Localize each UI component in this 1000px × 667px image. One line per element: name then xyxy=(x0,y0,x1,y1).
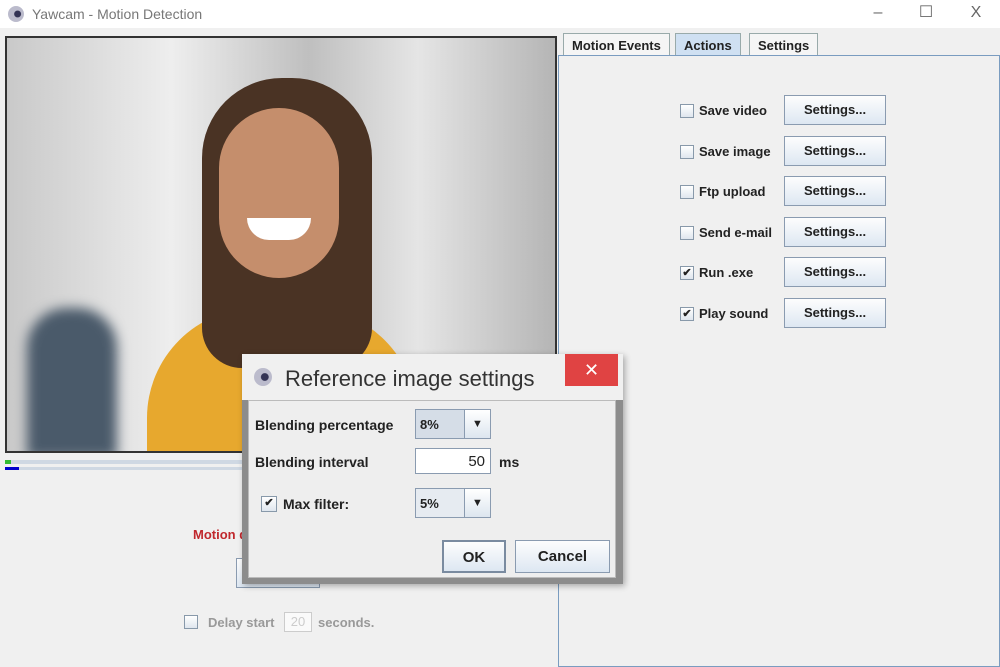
blending-percentage-select[interactable]: 8% ▼ xyxy=(415,409,491,439)
dialog-title: Reference image settings xyxy=(285,366,534,392)
blending-interval-unit: ms xyxy=(499,454,519,470)
tab-motion-events[interactable]: Motion Events xyxy=(563,33,670,56)
action-label: Ftp upload xyxy=(699,184,765,199)
selected-value: 5% xyxy=(420,496,439,511)
action-play-sound: ✔Play soundSettings... xyxy=(680,304,880,324)
actions-panel: Save videoSettings... Save imageSettings… xyxy=(558,55,1000,667)
tab-actions[interactable]: Actions xyxy=(675,33,741,56)
save-image-checkbox[interactable] xyxy=(680,145,694,159)
action-label: Save video xyxy=(699,103,767,118)
chevron-down-icon: ▼ xyxy=(464,410,490,438)
send-email-settings-button[interactable]: Settings... xyxy=(784,217,886,247)
action-send-email: Send e-mailSettings... xyxy=(680,223,880,243)
window-title: Yawcam - Motion Detection xyxy=(32,6,202,22)
dialog-title-bar: Reference image settings ✕ xyxy=(242,354,623,400)
send-email-checkbox[interactable] xyxy=(680,226,694,240)
motion-status: Motion d xyxy=(193,527,247,542)
action-save-video: Save videoSettings... xyxy=(680,101,880,121)
reference-image-settings-dialog: Reference image settings ✕ Blending perc… xyxy=(242,354,623,584)
max-filter-select[interactable]: 5% ▼ xyxy=(415,488,491,518)
maximize-button[interactable]: ☐ xyxy=(903,2,949,26)
max-filter-label: Max filter: xyxy=(283,496,349,512)
save-image-settings-button[interactable]: Settings... xyxy=(784,136,886,166)
delay-seconds-unit: seconds. xyxy=(318,615,374,630)
blending-percentage-label: Blending percentage xyxy=(255,417,393,433)
close-button[interactable]: X xyxy=(953,2,999,26)
delay-start-label: Delay start xyxy=(208,615,274,630)
cancel-button[interactable]: Cancel xyxy=(515,540,610,573)
save-video-checkbox[interactable] xyxy=(680,104,694,118)
dialog-body: Blending percentage 8% ▼ Blending interva… xyxy=(248,400,616,578)
action-label: Run .exe xyxy=(699,265,753,280)
action-label: Play sound xyxy=(699,306,768,321)
blending-interval-input[interactable]: 50 xyxy=(415,448,491,474)
action-ftp-upload: Ftp uploadSettings... xyxy=(680,182,880,202)
max-filter-checkbox[interactable]: ✔ xyxy=(261,496,277,512)
delay-start-checkbox[interactable] xyxy=(184,615,198,629)
selected-value: 8% xyxy=(420,417,439,432)
run-exe-settings-button[interactable]: Settings... xyxy=(784,257,886,287)
action-label: Send e-mail xyxy=(699,225,772,240)
tab-settings[interactable]: Settings xyxy=(749,33,818,56)
action-run-exe: ✔Run .exeSettings... xyxy=(680,263,880,283)
save-video-settings-button[interactable]: Settings... xyxy=(784,95,886,125)
app-icon xyxy=(254,368,272,386)
play-sound-settings-button[interactable]: Settings... xyxy=(784,298,886,328)
run-exe-checkbox[interactable]: ✔ xyxy=(680,266,694,280)
title-bar: Yawcam - Motion Detection – ☐ X xyxy=(0,0,1000,28)
delay-seconds-input[interactable]: 20 xyxy=(284,612,312,632)
action-save-image: Save imageSettings... xyxy=(680,142,880,162)
play-sound-checkbox[interactable]: ✔ xyxy=(680,307,694,321)
action-label: Save image xyxy=(699,144,771,159)
minimize-button[interactable]: – xyxy=(855,2,901,26)
ftp-upload-checkbox[interactable] xyxy=(680,185,694,199)
ok-button[interactable]: OK xyxy=(442,540,506,573)
dialog-close-button[interactable]: ✕ xyxy=(565,354,618,386)
app-icon xyxy=(8,6,24,22)
chevron-down-icon: ▼ xyxy=(464,489,490,517)
blending-interval-label: Blending interval xyxy=(255,454,369,470)
ftp-upload-settings-button[interactable]: Settings... xyxy=(784,176,886,206)
